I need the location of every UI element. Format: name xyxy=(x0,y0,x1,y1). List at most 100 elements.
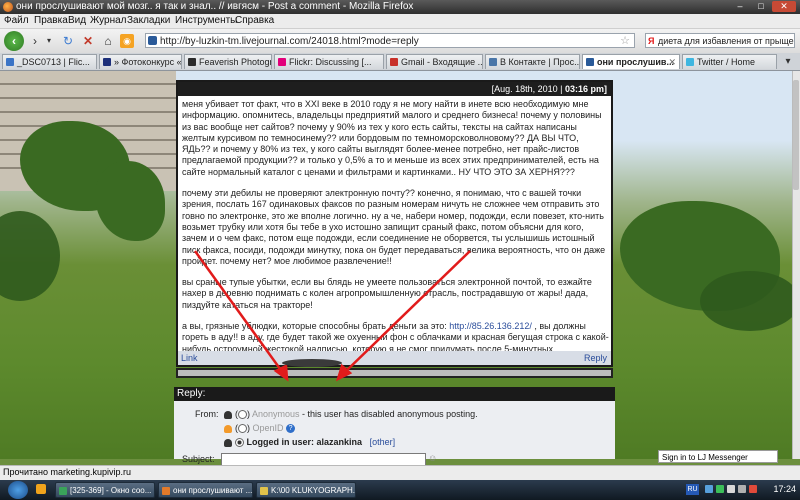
tab-label: _DSC0713 | Flic... xyxy=(17,57,90,67)
scrollbar-thumb[interactable] xyxy=(793,80,799,190)
tab-label: » Фотоконкурс «... xyxy=(114,57,182,67)
tab-favicon xyxy=(188,58,196,66)
entry-footer: Link Reply xyxy=(178,351,611,365)
from-label: From: xyxy=(195,409,219,419)
quicklaunch-icon[interactable] xyxy=(36,484,46,494)
taskbar-task-3[interactable]: K:\00 KLUKYOGRAPH... xyxy=(256,482,356,498)
logged-row: Logged in user: alazankina [other] xyxy=(224,437,396,448)
tab-favicon xyxy=(390,58,398,66)
tab-favicon xyxy=(278,58,286,66)
history-dropdown-icon[interactable]: ▾ xyxy=(44,32,54,50)
reload-button[interactable]: ↻ xyxy=(60,32,76,50)
bookmark-star-icon[interactable]: ☆ xyxy=(620,34,630,49)
window-title: они прослушивают мой мозг.. я так и знал… xyxy=(16,1,414,12)
tab-feaverish[interactable]: Feaverish Photogr... xyxy=(184,54,272,69)
tab-bar: _DSC0713 | Flic... » Фотоконкурс «... Fe… xyxy=(0,53,800,71)
task-icon xyxy=(162,487,170,495)
tray-icon[interactable] xyxy=(705,485,713,493)
user-icon xyxy=(224,438,232,447)
tab-list-icon[interactable]: ▾ xyxy=(780,53,796,71)
site-favicon xyxy=(148,36,157,45)
anon-row: () Anonymous - this user has disabled an… xyxy=(224,409,478,420)
menu-file[interactable]: Файл xyxy=(4,15,29,26)
openid-row: () OpenID ? xyxy=(224,423,296,434)
tab-vkontakte[interactable]: В Контакте | Прос... xyxy=(485,54,580,69)
url-bar[interactable]: http://by-luzkin-tm.livejournal.com/2401… xyxy=(145,33,635,48)
tab-twitter[interactable]: Twitter / Home xyxy=(682,54,777,69)
tab-flickr-discussing[interactable]: Flickr: Discussing [... xyxy=(274,54,384,69)
taskbar-task-1[interactable]: [325-369] - Окно соо... xyxy=(55,482,155,498)
back-button[interactable]: ‹ xyxy=(4,31,24,51)
tab-favicon xyxy=(489,58,497,66)
language-indicator[interactable]: RU xyxy=(686,484,699,495)
reply-link[interactable]: Reply xyxy=(584,351,607,365)
status-text: Прочитано marketing.kupivip.ru xyxy=(3,467,132,477)
tab-label: В Контакте | Прос... xyxy=(500,57,580,67)
permalink-link[interactable]: Link xyxy=(181,351,198,365)
tab-label: Twitter / Home xyxy=(697,57,756,67)
tray-icon[interactable] xyxy=(716,485,724,493)
menu-edit[interactable]: Правка xyxy=(34,15,68,26)
rss-icon[interactable]: ◉ xyxy=(120,34,134,48)
volume-icon[interactable] xyxy=(738,485,746,493)
forward-button[interactable]: › xyxy=(27,32,43,50)
entry-header: [Aug. 18th, 2010 | 03:16 pm] xyxy=(178,82,611,96)
tab-current-post[interactable]: они прослушив... ✕ xyxy=(582,54,680,69)
anon-label: Anonymous xyxy=(252,409,300,419)
openid-radio[interactable] xyxy=(238,424,247,434)
menu-history[interactable]: Журнал xyxy=(90,15,127,26)
clock[interactable]: 17:24 xyxy=(773,484,796,494)
tab-close-icon[interactable]: ✕ xyxy=(668,55,676,69)
tab-label: Flickr: Discussing [... xyxy=(289,57,372,67)
tab-flickr-dsc[interactable]: _DSC0713 | Flic... xyxy=(2,54,97,69)
anon-note: - this user has disabled anonymous posti… xyxy=(299,409,478,419)
logged-radio[interactable] xyxy=(235,438,244,448)
tab-label: они прослушив... xyxy=(597,57,674,67)
background-palm xyxy=(95,161,165,241)
subject-label: Subject: xyxy=(182,454,215,464)
entry-link[interactable]: http://85.26.136.212/ xyxy=(449,321,532,331)
logged-label: Logged in user: xyxy=(246,437,315,447)
tab-favicon xyxy=(6,58,14,66)
task-icon xyxy=(260,487,268,495)
home-button[interactable]: ⌂ xyxy=(100,32,116,50)
minimize-button[interactable]: – xyxy=(730,1,750,12)
menu-help[interactable]: Справка xyxy=(235,15,274,26)
menu-bookmarks[interactable]: Закладки xyxy=(127,15,170,26)
tab-label: Feaverish Photogr... xyxy=(199,57,272,67)
entry-text: а вы, грязные ублюдки, которые способны … xyxy=(182,321,450,332)
tab-photocontest[interactable]: » Фотоконкурс «... xyxy=(99,54,182,69)
openid-label: OpenID xyxy=(252,423,284,433)
tray-icon[interactable] xyxy=(749,485,757,493)
menu-view[interactable]: Вид xyxy=(68,15,86,26)
other-user-link[interactable]: [other] xyxy=(370,437,396,447)
url-text: http://by-luzkin-tm.livejournal.com/2401… xyxy=(160,36,419,47)
taskbar-task-2[interactable]: они прослушивают ... xyxy=(158,482,253,498)
smiley-icon[interactable]: ☺ xyxy=(428,453,437,463)
task-label: они прослушивают ... xyxy=(173,486,253,495)
task-icon xyxy=(59,487,67,495)
search-input[interactable]: Я диета для избавления от прыщей xyxy=(645,33,795,48)
tab-gmail[interactable]: Gmail - Входящие ... xyxy=(386,54,483,69)
close-button[interactable]: ✕ xyxy=(772,1,796,12)
tab-favicon xyxy=(686,58,694,66)
yandex-icon: Я xyxy=(648,36,655,46)
entry-date: [Aug. 18th, 2010 xyxy=(491,84,558,94)
network-icon[interactable] xyxy=(727,485,735,493)
menu-bar: Файл Правка Вид Журнал Закладки Инструме… xyxy=(0,14,800,29)
start-button[interactable] xyxy=(8,481,28,499)
anon-radio[interactable] xyxy=(238,410,247,420)
entry-paragraph: меня убивает тот факт, что в XXI веке в … xyxy=(182,99,602,177)
menu-tools[interactable]: Инструменты xyxy=(175,15,237,26)
help-icon[interactable]: ? xyxy=(286,424,296,434)
navigation-toolbar: ‹ › ▾ ↻ ✕ ⌂ ◉ http://by-luzkin-tm.livejo… xyxy=(0,29,800,54)
tab-favicon xyxy=(586,58,594,66)
background-tree xyxy=(700,271,792,331)
search-value: диета для избавления от прыщей xyxy=(658,36,795,46)
maximize-button[interactable]: □ xyxy=(752,1,770,12)
lj-messenger-link[interactable]: Sign in to LJ Messenger xyxy=(658,450,778,463)
reply-header: Reply: xyxy=(174,387,615,401)
stop-button[interactable]: ✕ xyxy=(80,32,96,50)
thread-bar xyxy=(176,368,613,378)
tab-label: Gmail - Входящие ... xyxy=(401,57,483,67)
